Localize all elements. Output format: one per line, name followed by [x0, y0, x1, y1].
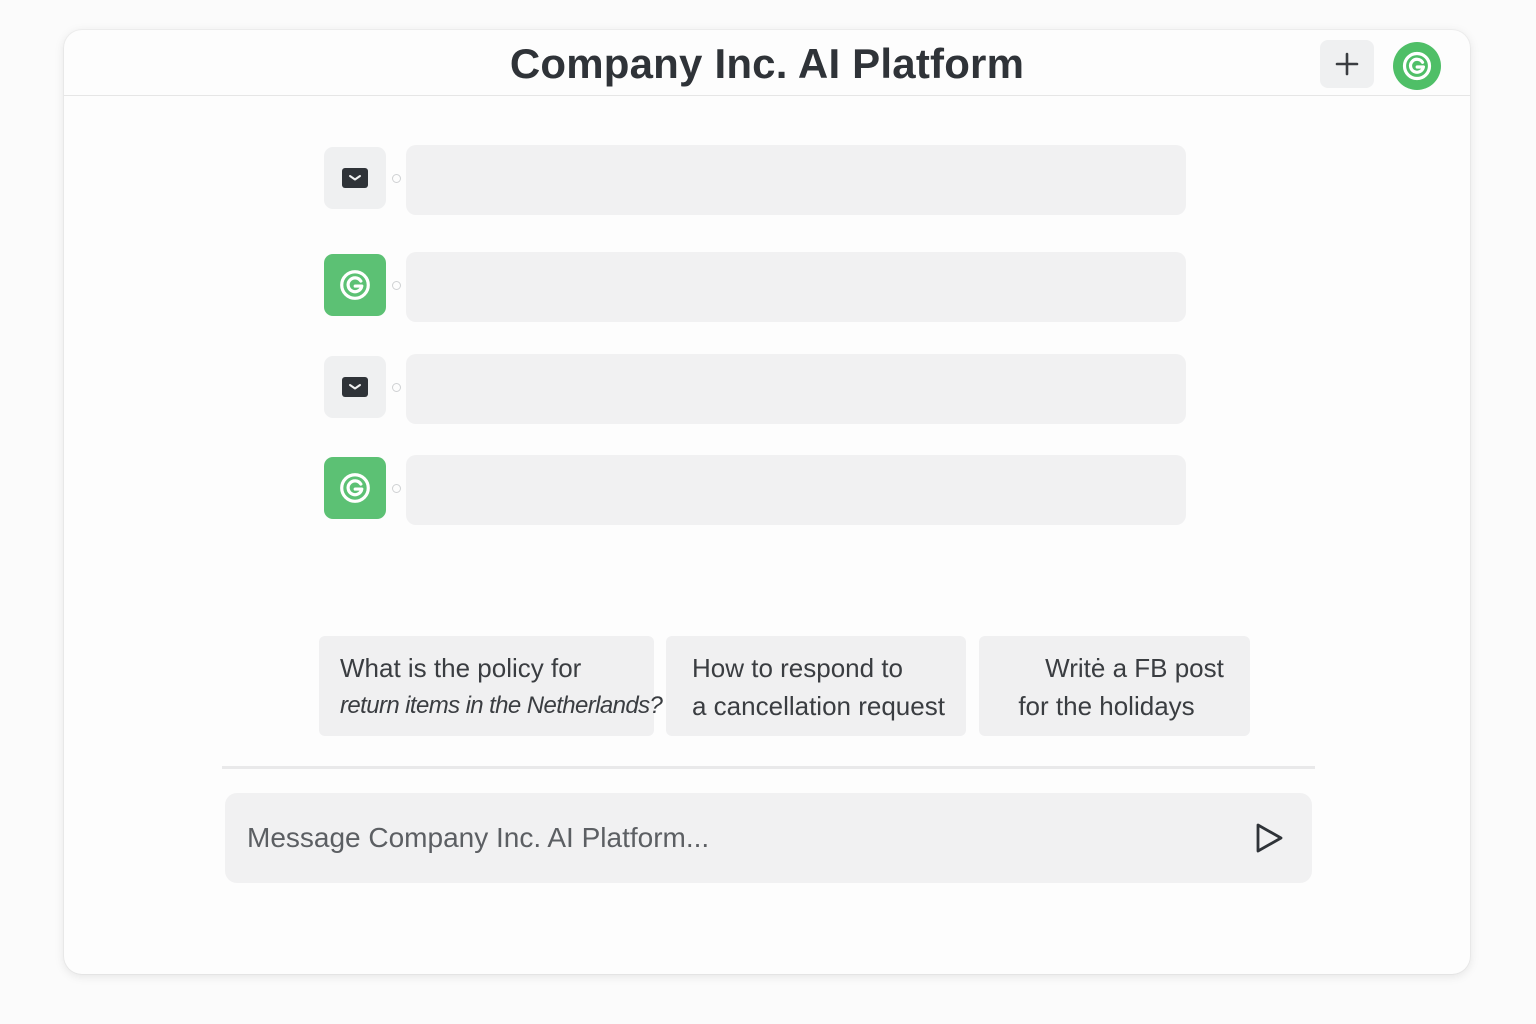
- message-bubble: [406, 455, 1186, 525]
- suggestion-line: How to respond to: [692, 653, 904, 683]
- message-connector-dot: [392, 383, 401, 392]
- assistant-avatar: [324, 254, 386, 316]
- suggestion-return-policy[interactable]: What is the policy for return items in t…: [319, 636, 663, 736]
- g-logo-icon: [340, 473, 370, 503]
- new-chat-button[interactable]: [1320, 40, 1374, 88]
- suggestion-line: return items in the Netherlands?: [340, 692, 663, 719]
- divider: [222, 766, 1315, 769]
- assistant-avatar: [324, 457, 386, 519]
- message-row-user: [324, 145, 1186, 217]
- plus-icon: [1335, 52, 1359, 76]
- message-input[interactable]: [225, 793, 1225, 883]
- user-avatar: [324, 356, 386, 418]
- suggestion-fb-post[interactable]: Writė a FB post for the holidays: [979, 636, 1250, 736]
- suggestion-cancellation[interactable]: How to respond to a cancellation request: [666, 636, 966, 736]
- message-icon: [342, 168, 368, 188]
- app-title: Company Inc. AI Platform: [509, 40, 1025, 87]
- app-header: Company Inc. AI Platform: [64, 30, 1470, 96]
- message-bubble: [406, 145, 1186, 215]
- user-avatar: [324, 147, 386, 209]
- message-row-assistant: [324, 252, 1186, 324]
- send-button[interactable]: [1247, 816, 1291, 860]
- message-connector-dot: [392, 484, 401, 493]
- message-row-assistant: [324, 455, 1186, 527]
- profile-avatar[interactable]: [1393, 42, 1441, 90]
- suggestion-line: What is the policy for: [340, 653, 582, 683]
- message-row-user: [324, 354, 1186, 426]
- message-composer: [225, 793, 1312, 883]
- message-bubble: [406, 252, 1186, 322]
- suggestion-line: a cancellation request: [692, 691, 945, 721]
- message-connector-dot: [392, 174, 401, 183]
- app-window: Company Inc. AI Platform What is the pol…: [64, 30, 1470, 974]
- suggestion-line: Writė a FB post: [1045, 653, 1224, 683]
- suggestion-line: for the holidays: [1018, 691, 1195, 721]
- message-connector-dot: [392, 281, 401, 290]
- g-logo-icon: [1402, 51, 1432, 81]
- send-icon: [1256, 823, 1283, 853]
- message-icon: [342, 377, 368, 397]
- message-bubble: [406, 354, 1186, 424]
- g-logo-icon: [340, 270, 370, 300]
